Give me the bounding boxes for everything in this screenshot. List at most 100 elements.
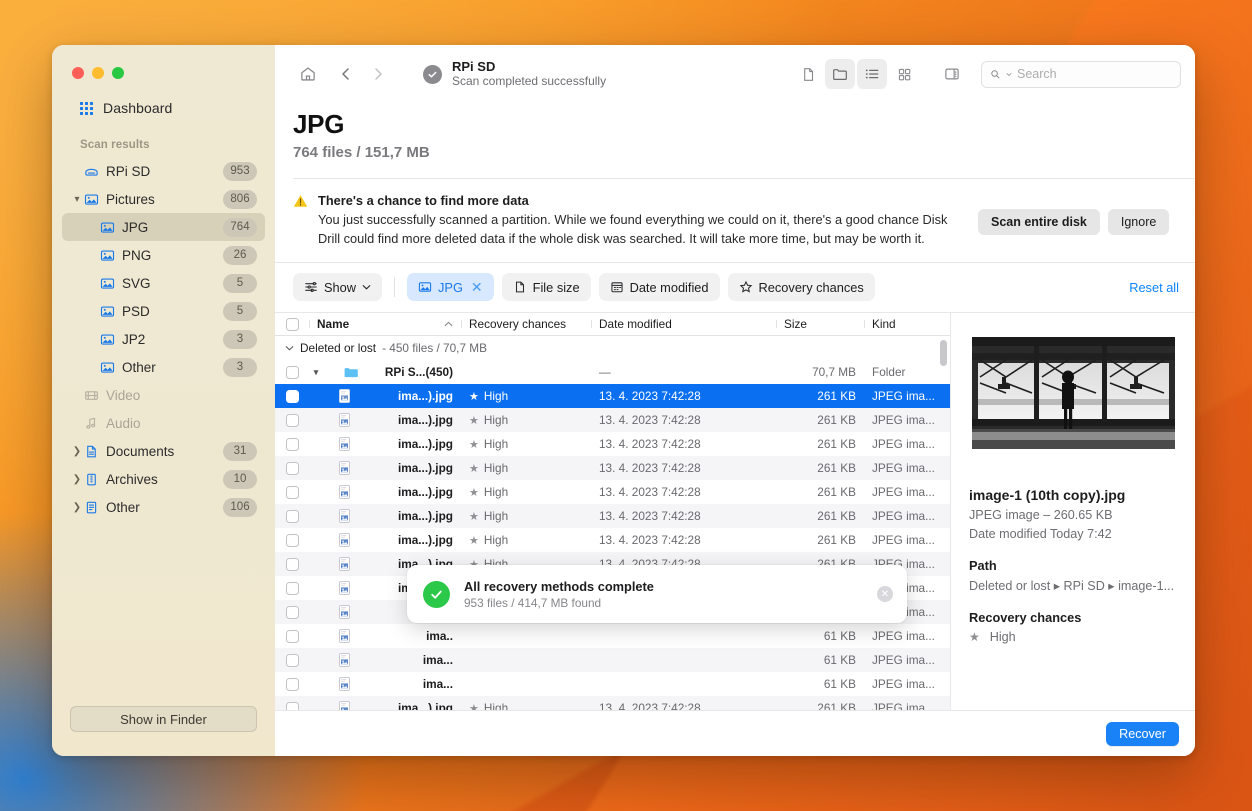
chevron-right-icon[interactable]: ❯ [70,446,84,457]
table-row[interactable]: ima...).jpg ★ High 13. 4. 2023 7:42:28 261 K… [275,528,950,552]
row-checkbox[interactable] [275,581,309,595]
table-scrollbar[interactable] [940,340,947,367]
sidebar-item-other-12[interactable]: ❯ Other 106 [62,493,265,521]
star-icon: ★ [469,438,479,451]
picture-icon [100,305,115,317]
chevron-right-icon[interactable]: ❯ [70,474,84,485]
close-icon[interactable]: ✕ [469,280,483,294]
filter-chip-recovery-chances[interactable]: Recovery chances [727,273,875,302]
row-checkbox[interactable] [275,365,309,379]
banner-body: You just successfully scanned a partitio… [318,212,948,246]
table-row[interactable]: ima...).jpg ★ High 13. 4. 2023 7:42:28 261 K… [275,504,950,529]
filter-show-button[interactable]: Show [293,273,383,302]
scan-status-title: RPi SD [452,59,496,74]
sidebar-item-jp2-6[interactable]: JP2 3 [62,325,265,353]
row-checkbox[interactable] [275,413,309,427]
close-window-button[interactable] [72,67,84,79]
table-row[interactable]: ima... 61 KB JPEG ima... [275,672,950,696]
sidebar-item-pictures-1[interactable]: ▾ Pictures 806 [62,185,265,213]
row-checkbox[interactable] [275,557,309,571]
table-row[interactable]: ima.. 61 KB JPEG ima... [275,624,950,648]
row-size: 61 KB [823,677,856,692]
select-all-checkbox[interactable] [275,317,309,331]
home-icon[interactable] [293,59,323,89]
view-list-icon[interactable] [857,59,887,89]
sidebar-item-archives-11[interactable]: ❯ Archives 10 [62,465,265,493]
sidebar-item-psd-5[interactable]: PSD 5 [62,297,265,325]
table-group-header[interactable]: Deleted or lost - 450 files / 70,7 MB [275,336,950,360]
table-row-folder[interactable]: ▾ RPi S...(450) — 70,7 MB Folder [275,360,950,384]
view-folder-icon[interactable] [825,59,855,89]
sidebar-item-video-8[interactable]: Video [62,381,265,409]
row-checkbox[interactable] [275,533,309,547]
chevron-down-icon[interactable]: ▾ [309,367,323,378]
row-checkbox[interactable] [275,461,309,475]
row-checkbox[interactable] [275,701,309,710]
chevron-down-icon [1006,72,1012,76]
sidebar-item-png-3[interactable]: PNG 26 [62,241,265,269]
column-header-date-modified[interactable]: Date modified [591,317,776,331]
filter-chip-date-modified[interactable]: Date modified [598,273,720,302]
recover-button[interactable]: Recover [1106,721,1179,746]
ignore-button[interactable]: Ignore [1107,209,1170,235]
show-in-finder-button[interactable]: Show in Finder [70,706,257,732]
search-input[interactable] [1017,67,1172,81]
table-row[interactable]: ima...).jpg ★ High 13. 4. 2023 7:42:28 261 K… [275,432,950,456]
table-row[interactable]: ima... 61 KB JPEG ima... [275,648,950,673]
sidebar-item-rpi-sd-0[interactable]: RPi SD 953 [62,157,265,185]
table-row[interactable]: ima...).jpg ★ High 13. 4. 2023 7:42:28 261 K… [275,456,950,481]
sidebar-item-documents-10[interactable]: ❯ Documents 31 [62,437,265,465]
column-header-kind[interactable]: Kind [864,317,936,331]
chevron-left-icon[interactable] [331,59,361,89]
sidebar-item-audio-9[interactable]: Audio [62,409,265,437]
row-checkbox[interactable] [275,437,309,451]
sidebar-item-dashboard[interactable]: Dashboard [52,79,275,116]
row-name: ima...).jpg [309,389,461,404]
chevron-down-icon [362,285,371,290]
filter-chip-jpg[interactable]: JPG ✕ [407,273,494,302]
view-grid-icon[interactable] [889,59,919,89]
sort-asc-icon [444,321,453,327]
panel-right-icon[interactable] [937,59,967,89]
sidebar-item-svg-4[interactable]: SVG 5 [62,269,265,297]
row-checkbox[interactable] [275,677,309,691]
sidebar-item-other-7[interactable]: Other 3 [62,353,265,381]
row-kind: JPEG ima... [872,485,935,500]
chevron-down-icon[interactable]: ▾ [70,194,84,205]
close-icon[interactable]: ✕ [877,586,893,603]
sidebar-item-jpg-2[interactable]: JPG 764 [62,213,265,241]
other-icon [84,500,106,515]
table-row[interactable]: ima...).jpg ★ High 13. 4. 2023 7:42:28 261 K… [275,384,950,409]
column-header-recovery-chances[interactable]: Recovery chances [461,317,591,331]
table-row[interactable]: ima...).jpg ★ High 13. 4. 2023 7:42:28 261 K… [275,696,950,710]
search-box[interactable] [981,60,1181,88]
table-row[interactable]: ima...).jpg ★ High 13. 4. 2023 7:42:28 261 K… [275,480,950,504]
column-header-name[interactable]: Name [309,317,461,331]
filter-chip-file-size[interactable]: File size [501,273,591,302]
minimize-window-button[interactable] [92,67,104,79]
row-checkbox[interactable] [275,605,309,619]
row-recovery: ★ High [461,533,591,547]
page-header: JPG 764 files / 151,7 MB [275,103,1195,179]
row-checkbox[interactable] [275,653,309,667]
row-checkbox[interactable] [275,389,309,403]
table-row[interactable]: ima...).jpg ★ High 13. 4. 2023 7:42:28 261 K… [275,408,950,433]
reset-all-button[interactable]: Reset all [1129,280,1179,295]
row-checkbox[interactable] [275,629,309,643]
scan-entire-disk-button[interactable]: Scan entire disk [978,209,1100,235]
row-name: ima... [309,653,461,668]
row-name: ima...).jpg [309,485,461,500]
row-recovery-label: High [483,461,509,476]
row-checkbox[interactable] [275,485,309,499]
chevron-right-icon[interactable]: ❯ [70,502,84,513]
bottom-bar: Recover [275,710,1195,756]
row-name-label: ima...).jpg [397,461,453,476]
sidebar-nav: RPi SD 953 ▾ Pictures 806 JPG 764 PNG 26 SVG 5 PSD 5… [52,157,275,521]
zoom-window-button[interactable] [112,67,124,79]
row-name: ▾ RPi S...(450) [309,365,461,379]
row-checkbox[interactable] [275,509,309,523]
view-file-icon[interactable] [793,59,823,89]
column-header-size[interactable]: Size [776,317,864,331]
sidebar-item-badge: 5 [223,301,257,321]
chevron-right-icon[interactable] [363,59,393,89]
